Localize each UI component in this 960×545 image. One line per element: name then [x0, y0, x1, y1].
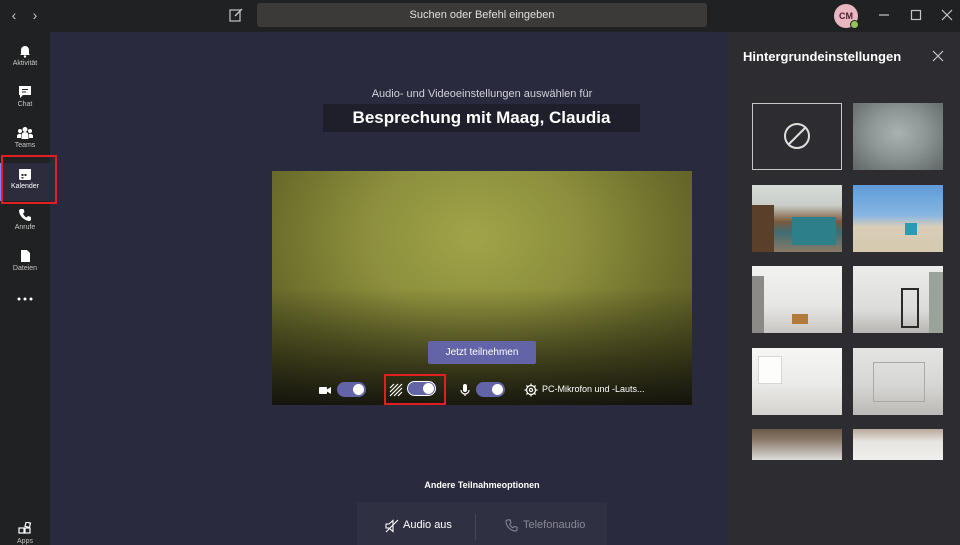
background-none-option[interactable]	[752, 103, 842, 170]
audio-options-panel: Audio aus Telefonaudio	[357, 502, 607, 545]
office-door	[752, 205, 774, 252]
loft-window	[752, 276, 764, 333]
maximize-icon[interactable]	[909, 8, 923, 22]
minimize-icon[interactable]	[877, 8, 891, 22]
settings-gear-icon[interactable]	[524, 383, 538, 397]
no-background-icon	[784, 123, 810, 149]
background-studio-option[interactable]	[853, 348, 943, 415]
apps-icon	[18, 522, 32, 534]
app-rail: Aktivität Chat Teams Kalender Anrufe Dat…	[0, 32, 50, 545]
background-bright-room-option[interactable]	[752, 348, 842, 415]
search-input[interactable]: Suchen oder Befehl eingeben	[257, 3, 707, 27]
rail-label: Dateien	[12, 265, 38, 272]
camera-icon	[319, 387, 331, 394]
background-blur-option[interactable]	[853, 103, 943, 170]
speaker-off-icon	[385, 519, 399, 533]
rail-item-calls[interactable]: Anrufe	[0, 204, 50, 242]
background-brick-loft-option[interactable]	[752, 429, 842, 460]
rail-item-chat[interactable]: Chat	[0, 81, 50, 119]
background-beach-option[interactable]	[853, 185, 943, 252]
camera-toggle[interactable]	[337, 382, 366, 397]
bright-room-window	[758, 356, 782, 384]
preview-shade	[272, 171, 692, 405]
loft-shelf	[792, 314, 808, 324]
studio-arch	[873, 362, 925, 402]
room-plant-window	[929, 272, 943, 333]
teams-icon	[17, 127, 33, 139]
background-white-room-option[interactable]	[853, 266, 943, 333]
presence-status-icon	[850, 20, 859, 29]
microphone-icon	[460, 384, 470, 396]
video-preview: Jetzt teilnehmen PC-Mikrofon und -Lauts.…	[272, 171, 692, 405]
bell-icon	[20, 46, 30, 58]
file-icon	[21, 250, 30, 262]
meeting-title: Besprechung mit Maag, Claudia	[323, 104, 640, 132]
background-settings-title: Hintergrundeinstellungen	[743, 49, 902, 64]
rail-label: Apps	[17, 538, 33, 545]
beach-hut	[905, 223, 917, 235]
audio-off-option[interactable]: Audio aus	[403, 519, 452, 531]
back-arrow-icon[interactable]: ‹	[6, 7, 22, 23]
forward-arrow-icon[interactable]: ›	[27, 7, 43, 23]
rail-label: Anrufe	[14, 224, 36, 231]
audio-options-divider	[475, 514, 476, 540]
room-mirror	[901, 288, 919, 328]
calendar-highlight-box	[1, 155, 57, 204]
chat-icon	[19, 86, 31, 98]
rail-label: Aktivität	[12, 60, 38, 67]
background-white-space-option[interactable]	[853, 429, 943, 460]
rail-label: Chat	[17, 101, 33, 108]
rail-label: Teams	[14, 142, 36, 149]
office-locker-wall	[792, 217, 836, 245]
blur-toggle-highlight-box	[384, 374, 446, 405]
more-dots-icon	[17, 297, 33, 301]
title-bar: ‹ › Suchen oder Befehl eingeben CM	[0, 0, 960, 32]
close-window-icon[interactable]	[940, 8, 954, 22]
rail-more-button[interactable]	[0, 292, 50, 314]
join-now-button[interactable]: Jetzt teilnehmen	[428, 341, 536, 364]
rail-item-activity[interactable]: Aktivität	[0, 40, 50, 78]
phone-audio-option[interactable]: Telefonaudio	[523, 519, 585, 531]
background-loft-option[interactable]	[752, 266, 842, 333]
close-icon[interactable]	[932, 50, 944, 62]
background-office-option[interactable]	[752, 185, 842, 252]
phone-audio-icon	[505, 519, 518, 532]
audio-device-label[interactable]: PC-Mikrofon und -Lauts...	[542, 384, 645, 394]
microphone-toggle[interactable]	[476, 382, 505, 397]
phone-icon	[19, 209, 31, 221]
compose-icon[interactable]	[228, 7, 244, 23]
other-join-options-heading: Andere Teilnahmeoptionen	[424, 480, 540, 490]
rail-item-files[interactable]: Dateien	[0, 245, 50, 283]
rail-item-apps[interactable]: Apps	[0, 518, 50, 545]
prejoin-subtitle: Audio- und Videoeinstellungen auswählen …	[371, 88, 593, 100]
background-settings-panel: Hintergrundeinstellungen	[727, 32, 960, 545]
